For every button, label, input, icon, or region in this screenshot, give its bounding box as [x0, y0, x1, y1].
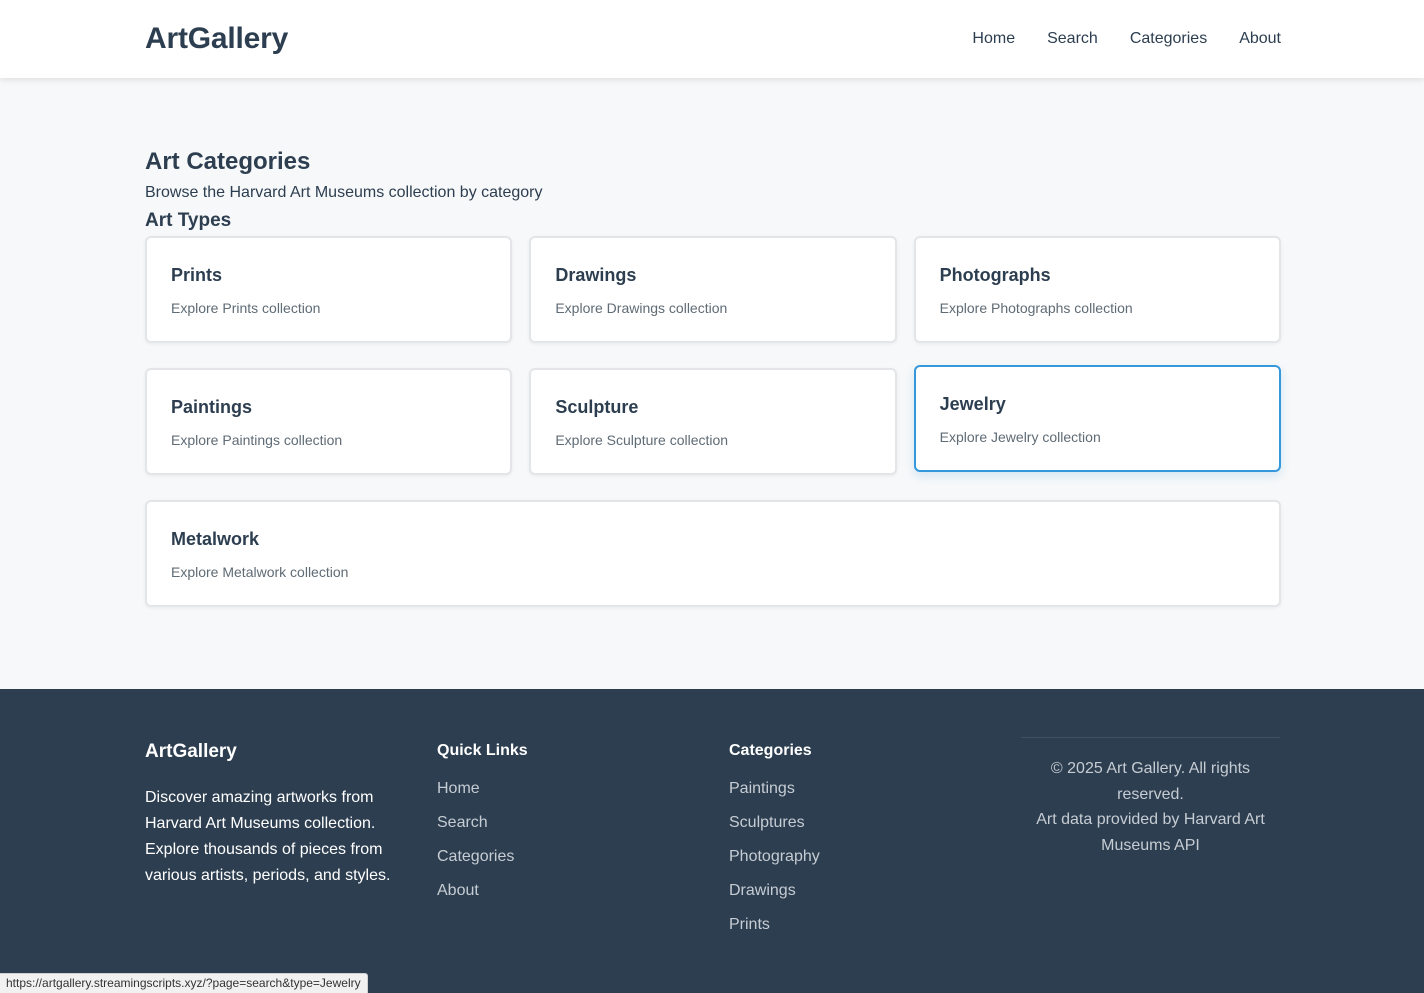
list-item: Photography: [729, 848, 820, 882]
footer-copyright: © 2025 Art Gallery. All rights reserved.: [1050, 760, 1251, 803]
list-item: Drawings: [729, 882, 820, 916]
category-card-title: Drawings: [555, 265, 637, 285]
category-card-title: Sculpture: [555, 397, 639, 417]
footer-brand: ArtGallery: [145, 741, 237, 762]
footer-categories-heading: Categories: [729, 742, 812, 759]
list-item: Home: [437, 780, 528, 814]
category-card-title: Photographs: [939, 265, 1051, 285]
category-card-photographs[interactable]: Photographs Explore Photographs collecti…: [913, 236, 1281, 343]
footer-categories-column: Categories Paintings Sculptures Photogra…: [729, 741, 820, 950]
page-title: Art Categories: [145, 148, 311, 175]
category-card-description: Explore Drawings collection: [555, 300, 728, 316]
footer-link-sculptures[interactable]: Sculptures: [729, 814, 805, 831]
category-card-title: Jewelry: [939, 394, 1006, 414]
category-grid: Prints Explore Prints collection Drawing…: [145, 236, 1281, 607]
category-card-description: Explore Paintings collection: [171, 432, 343, 448]
footer-link-home[interactable]: Home: [437, 780, 480, 797]
footer-link-photography[interactable]: Photography: [729, 848, 820, 865]
footer-link-search[interactable]: Search: [437, 814, 488, 831]
category-card-drawings[interactable]: Drawings Explore Drawings collection: [529, 236, 897, 343]
footer-link-paintings[interactable]: Paintings: [729, 780, 795, 797]
nav-home[interactable]: Home: [972, 30, 1015, 48]
list-item: About: [437, 882, 528, 916]
main-nav: Home Search Categories About: [972, 30, 1281, 48]
category-card-title: Prints: [171, 265, 223, 285]
category-card-jewelry[interactable]: Jewelry Explore Jewelry collection: [913, 365, 1281, 472]
site-footer: ArtGallery Discover amazing artworks fro…: [0, 689, 1424, 993]
page: ArtGallery Home Search Categories About …: [0, 0, 1424, 993]
category-card-sculpture[interactable]: Sculpture Explore Sculpture collection: [529, 368, 897, 475]
footer-category-links: Paintings Sculptures Photography Drawing…: [729, 780, 820, 950]
nav-categories[interactable]: Categories: [1130, 30, 1207, 48]
nav-about[interactable]: About: [1239, 30, 1281, 48]
section-title-art-types: Art Types: [145, 210, 232, 231]
list-item: Prints: [729, 916, 820, 950]
nav-search[interactable]: Search: [1047, 30, 1098, 48]
category-card-prints[interactable]: Prints Explore Prints collection: [145, 236, 513, 343]
category-card-title: Paintings: [171, 397, 253, 417]
list-item: Paintings: [729, 780, 820, 814]
category-card-description: Explore Metalwork collection: [171, 564, 349, 580]
browser-status-url: https://artgallery.streamingscripts.xyz/…: [0, 973, 368, 993]
category-card-description: Explore Jewelry collection: [939, 429, 1101, 445]
footer-quick-links-heading: Quick Links: [437, 742, 528, 759]
footer-link-drawings[interactable]: Drawings: [729, 882, 796, 899]
category-card-title: Metalwork: [171, 529, 260, 549]
footer-quick-links: Home Search Categories About: [437, 780, 528, 916]
category-card-metalwork[interactable]: Metalwork Explore Metalwork collection: [145, 500, 1281, 607]
category-card-description: Explore Photographs collection: [939, 300, 1133, 316]
footer-credit: Art data provided by Harvard Art Museums…: [1036, 811, 1265, 854]
category-card-description: Explore Sculpture collection: [555, 432, 729, 448]
category-card-paintings[interactable]: Paintings Explore Paintings collection: [145, 368, 513, 475]
footer-copyright-column: © 2025 Art Gallery. All rights reserved.…: [1021, 737, 1280, 858]
footer-copyright-block: © 2025 Art Gallery. All rights reserved.…: [1021, 738, 1280, 858]
footer-about-column: ArtGallery Discover amazing artworks fro…: [145, 741, 395, 889]
list-item: Search: [437, 814, 528, 848]
footer-quick-links-column: Quick Links Home Search Categories About: [437, 741, 528, 916]
page-subtitle: Browse the Harvard Art Museums collectio…: [145, 184, 543, 201]
site-header: ArtGallery Home Search Categories About: [0, 0, 1424, 78]
list-item: Sculptures: [729, 814, 820, 848]
list-item: Categories: [437, 848, 528, 882]
footer-link-prints[interactable]: Prints: [729, 916, 770, 933]
site-logo[interactable]: ArtGallery: [145, 22, 288, 56]
footer-link-categories[interactable]: Categories: [437, 848, 514, 865]
category-card-description: Explore Prints collection: [171, 300, 321, 316]
footer-link-about[interactable]: About: [437, 882, 479, 899]
footer-about-text: Discover amazing artworks from Harvard A…: [145, 789, 391, 884]
